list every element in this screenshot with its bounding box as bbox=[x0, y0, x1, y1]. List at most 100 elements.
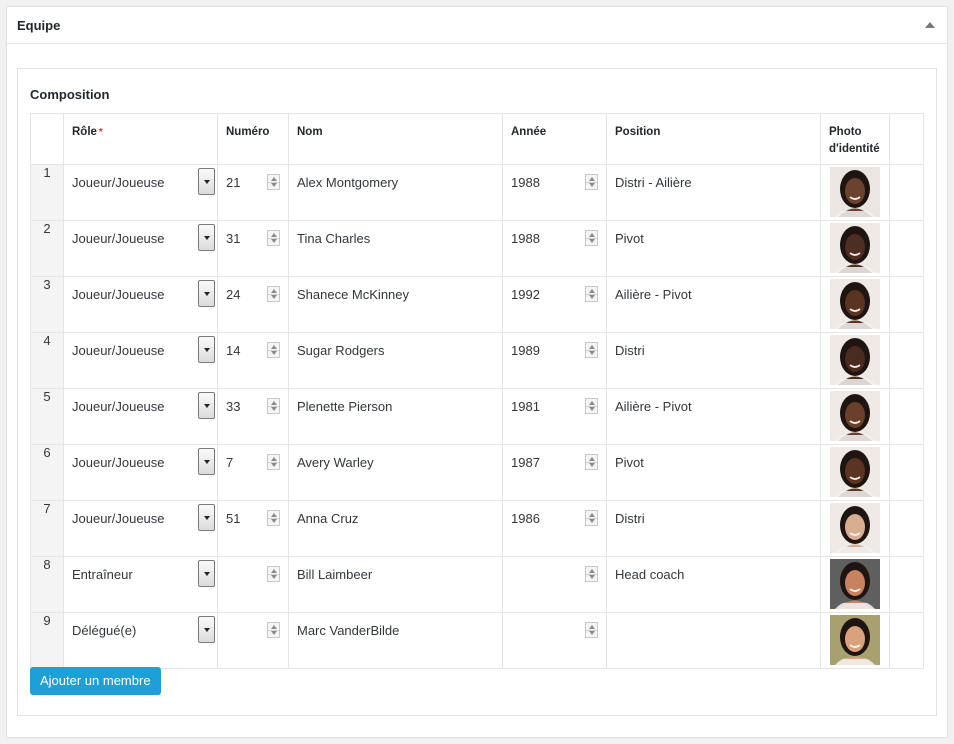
row-index: 3 bbox=[30, 276, 64, 333]
row-index: 1 bbox=[30, 164, 64, 221]
name-input[interactable]: Alex Montgomery bbox=[297, 175, 398, 190]
name-input[interactable]: Bill Laimbeer bbox=[297, 567, 372, 582]
number-input[interactable]: 14 bbox=[226, 343, 240, 358]
number-spinner[interactable] bbox=[267, 230, 280, 246]
spinner-down-icon bbox=[588, 575, 595, 579]
spinner-down-icon bbox=[270, 351, 277, 355]
number-input[interactable]: 51 bbox=[226, 511, 240, 526]
role-select[interactable]: Joueur/Joueuse bbox=[72, 287, 165, 302]
year-input[interactable]: 1989 bbox=[511, 343, 540, 358]
name-input[interactable]: Anna Cruz bbox=[297, 511, 358, 526]
number-input[interactable]: 31 bbox=[226, 231, 240, 246]
add-member-button[interactable]: Ajouter un membre bbox=[30, 667, 161, 695]
name-input[interactable]: Avery Warley bbox=[297, 455, 374, 470]
row-index: 5 bbox=[30, 388, 64, 445]
spinner-down-icon bbox=[270, 407, 277, 411]
year-spinner[interactable] bbox=[585, 230, 598, 246]
name-input[interactable]: Sugar Rodgers bbox=[297, 343, 384, 358]
number-input[interactable]: 33 bbox=[226, 399, 240, 414]
member-photo[interactable] bbox=[830, 391, 880, 441]
role-select[interactable]: Joueur/Joueuse bbox=[72, 511, 165, 526]
number-spinner[interactable] bbox=[267, 398, 280, 414]
member-photo[interactable] bbox=[830, 279, 880, 329]
year-spinner[interactable] bbox=[585, 174, 598, 190]
member-photo[interactable] bbox=[830, 223, 880, 273]
spinner-down-icon bbox=[270, 463, 277, 467]
year-input[interactable]: 1981 bbox=[511, 399, 540, 414]
number-cell: 51 bbox=[217, 500, 289, 557]
position-header: Position bbox=[606, 113, 821, 165]
table-row: 7 Joueur/Joueuse 51 Anna Cruz 1986 Distri bbox=[30, 500, 924, 557]
year-input[interactable]: 1988 bbox=[511, 231, 540, 246]
row-index: 2 bbox=[30, 220, 64, 277]
role-select[interactable]: Joueur/Joueuse bbox=[72, 455, 165, 470]
number-input[interactable]: 21 bbox=[226, 175, 240, 190]
role-dropdown-button[interactable] bbox=[198, 448, 215, 475]
name-input[interactable]: Plenette Pierson bbox=[297, 399, 392, 414]
year-input[interactable]: 1987 bbox=[511, 455, 540, 470]
role-select[interactable]: Joueur/Joueuse bbox=[72, 231, 165, 246]
position-input[interactable]: Ailière - Pivot bbox=[615, 287, 692, 302]
position-input[interactable]: Head coach bbox=[615, 567, 684, 582]
role-dropdown-button[interactable] bbox=[198, 224, 215, 251]
position-input[interactable]: Distri bbox=[615, 343, 645, 358]
number-spinner[interactable] bbox=[267, 454, 280, 470]
number-input[interactable]: 7 bbox=[226, 455, 233, 470]
member-photo[interactable] bbox=[830, 447, 880, 497]
member-photo[interactable] bbox=[830, 615, 880, 665]
position-input[interactable]: Distri - Ailière bbox=[615, 175, 692, 190]
team-panel: Equipe Composition Rôle * Numéro Nom Anné… bbox=[6, 6, 948, 738]
number-spinner[interactable] bbox=[267, 566, 280, 582]
name-input[interactable]: Marc VanderBilde bbox=[297, 623, 399, 638]
year-cell: 1986 bbox=[502, 500, 607, 557]
year-spinner[interactable] bbox=[585, 510, 598, 526]
spinner-down-icon bbox=[588, 183, 595, 187]
year-input[interactable]: 1988 bbox=[511, 175, 540, 190]
row-index: 7 bbox=[30, 500, 64, 557]
name-input[interactable]: Shanece McKinney bbox=[297, 287, 409, 302]
role-dropdown-button[interactable] bbox=[198, 616, 215, 643]
role-dropdown-button[interactable] bbox=[198, 168, 215, 195]
number-spinner[interactable] bbox=[267, 622, 280, 638]
number-spinner[interactable] bbox=[267, 174, 280, 190]
number-input[interactable]: 24 bbox=[226, 287, 240, 302]
member-photo[interactable] bbox=[830, 335, 880, 385]
role-dropdown-button[interactable] bbox=[198, 392, 215, 419]
year-spinner[interactable] bbox=[585, 622, 598, 638]
year-spinner[interactable] bbox=[585, 286, 598, 302]
year-spinner[interactable] bbox=[585, 566, 598, 582]
role-cell: Joueur/Joueuse bbox=[63, 332, 218, 389]
name-input[interactable]: Tina Charles bbox=[297, 231, 370, 246]
role-dropdown-button[interactable] bbox=[198, 280, 215, 307]
year-spinner[interactable] bbox=[585, 398, 598, 414]
member-photo[interactable] bbox=[830, 167, 880, 217]
role-select[interactable]: Délégué(e) bbox=[72, 623, 136, 638]
position-cell: Head coach bbox=[606, 556, 821, 613]
year-input[interactable]: 1992 bbox=[511, 287, 540, 302]
year-spinner[interactable] bbox=[585, 342, 598, 358]
position-input[interactable]: Ailière - Pivot bbox=[615, 399, 692, 414]
role-dropdown-button[interactable] bbox=[198, 336, 215, 363]
role-select[interactable]: Joueur/Joueuse bbox=[72, 343, 165, 358]
year-input[interactable]: 1986 bbox=[511, 511, 540, 526]
member-photo[interactable] bbox=[830, 559, 880, 609]
spinner-down-icon bbox=[270, 239, 277, 243]
chevron-down-icon bbox=[203, 403, 210, 408]
name-cell: Avery Warley bbox=[288, 444, 503, 501]
photo-header-line2: d'identité bbox=[829, 143, 880, 155]
position-input[interactable]: Pivot bbox=[615, 455, 644, 470]
role-select[interactable]: Joueur/Joueuse bbox=[72, 175, 165, 190]
member-photo[interactable] bbox=[830, 503, 880, 553]
number-spinner[interactable] bbox=[267, 510, 280, 526]
position-input[interactable]: Distri bbox=[615, 511, 645, 526]
role-dropdown-button[interactable] bbox=[198, 504, 215, 531]
year-spinner[interactable] bbox=[585, 454, 598, 470]
role-select[interactable]: Entraîneur bbox=[72, 567, 133, 582]
number-spinner[interactable] bbox=[267, 342, 280, 358]
position-input[interactable]: Pivot bbox=[615, 231, 644, 246]
collapse-arrow-icon[interactable] bbox=[925, 22, 935, 28]
role-select[interactable]: Joueur/Joueuse bbox=[72, 399, 165, 414]
number-spinner[interactable] bbox=[267, 286, 280, 302]
role-dropdown-button[interactable] bbox=[198, 560, 215, 587]
spinner-up-icon bbox=[588, 457, 595, 461]
